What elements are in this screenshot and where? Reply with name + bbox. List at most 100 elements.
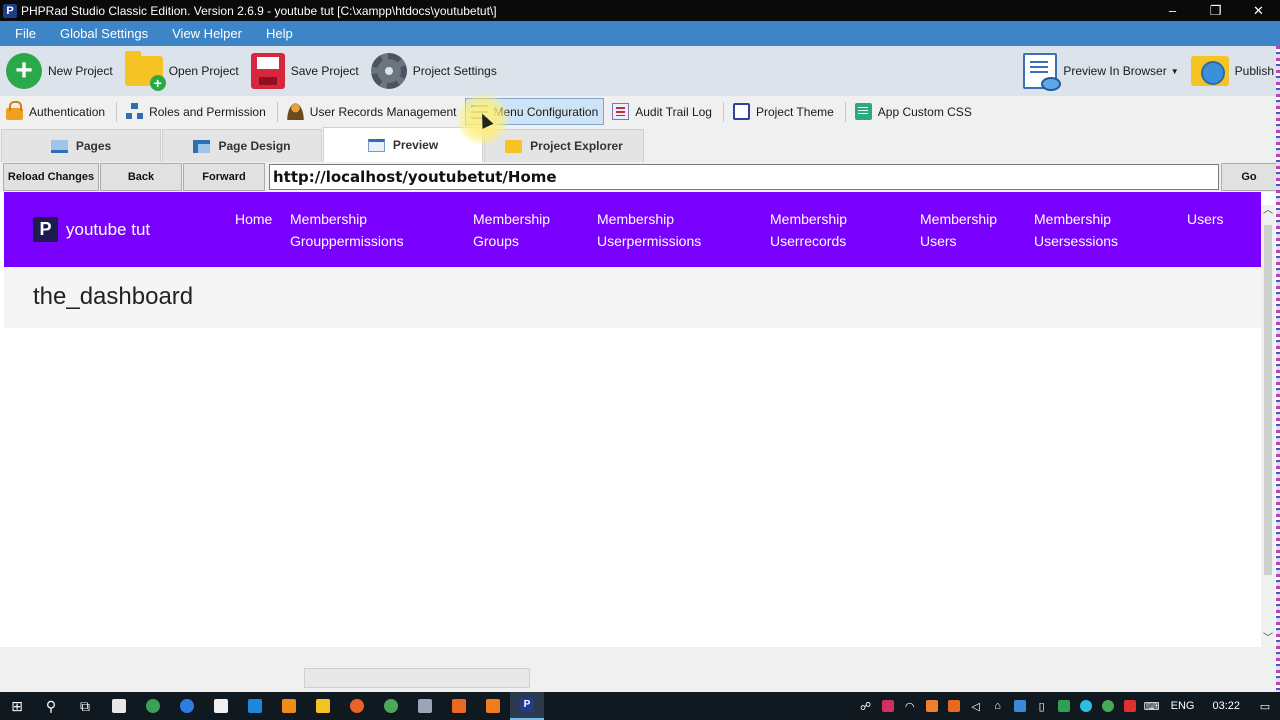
window-title: PHPRad Studio Classic Edition. Version 2… bbox=[21, 3, 497, 18]
window-frame-icon bbox=[732, 103, 750, 120]
notepad-icon[interactable] bbox=[102, 692, 136, 720]
window-title-bar: P PHPRad Studio Classic Edition. Version… bbox=[0, 0, 1280, 21]
new-project-button[interactable]: + New Project bbox=[0, 46, 119, 96]
language-indicator[interactable]: ENG bbox=[1163, 700, 1203, 712]
nav-link-home[interactable]: Home bbox=[235, 208, 272, 230]
hierarchy-icon bbox=[126, 103, 144, 120]
publish-label: Publish bbox=[1234, 64, 1274, 78]
nav-link-line: Groups bbox=[473, 233, 519, 249]
tray-chrome-icon[interactable] bbox=[1097, 692, 1119, 720]
site-brand[interactable]: P youtube tut bbox=[33, 217, 150, 242]
keyboard-icon[interactable]: ⌨ bbox=[1141, 692, 1163, 720]
tray-red-icon[interactable] bbox=[1119, 692, 1141, 720]
speaker-icon[interactable]: ◁ bbox=[965, 692, 987, 720]
task-view-icon[interactable]: ⧉ bbox=[68, 692, 102, 720]
tab-page-design-label: Page Design bbox=[218, 139, 291, 153]
app-orange-icon[interactable] bbox=[442, 692, 476, 720]
go-button[interactable]: Go bbox=[1221, 163, 1277, 191]
project-settings-button[interactable]: Project Settings bbox=[365, 46, 503, 96]
main-toolbar: + New Project + Open Project Save Projec… bbox=[0, 46, 1280, 96]
forward-button[interactable]: Forward bbox=[183, 163, 265, 191]
tray-orange-icon[interactable] bbox=[943, 692, 965, 720]
url-input[interactable] bbox=[269, 164, 1219, 190]
tray-app-icon[interactable] bbox=[877, 692, 899, 720]
preview-viewport: P youtube tut Home Membership Grouppermi… bbox=[4, 192, 1261, 647]
menu-help[interactable]: Help bbox=[257, 26, 302, 41]
wifi-icon[interactable]: ◠ bbox=[899, 692, 921, 720]
scroll-thumb[interactable] bbox=[1264, 225, 1272, 575]
nav-link-membership-userrecords[interactable]: Membership Userrecords bbox=[770, 208, 847, 252]
preview-in-browser-button[interactable]: Preview In Browser ▼ bbox=[1017, 46, 1184, 96]
preview-in-browser-label: Preview In Browser bbox=[1063, 64, 1167, 78]
tab-preview[interactable]: Preview bbox=[323, 127, 483, 162]
scroll-up-icon[interactable]: ︿ bbox=[1262, 205, 1274, 217]
firefox-icon[interactable] bbox=[340, 692, 374, 720]
chrome-icon[interactable] bbox=[374, 692, 408, 720]
menu-configuration-button[interactable]: Menu Configuration bbox=[464, 98, 605, 125]
minimize-button[interactable]: – bbox=[1151, 0, 1194, 21]
close-button[interactable]: ✕ bbox=[1237, 0, 1280, 21]
scroll-down-icon[interactable]: ﹀ bbox=[1262, 633, 1274, 645]
usb-icon[interactable]: ▯ bbox=[1031, 692, 1053, 720]
audit-trail-log-button[interactable]: Audit Trail Log bbox=[606, 98, 718, 125]
tab-project-explorer-label: Project Explorer bbox=[530, 139, 623, 153]
editor-tabs: Pages Page Design Preview Project Explor… bbox=[0, 127, 1280, 162]
app-custom-css-button[interactable]: App Custom CSS bbox=[849, 98, 978, 125]
notifications-icon[interactable]: ▭ bbox=[1250, 692, 1280, 720]
nav-link-membership-groups[interactable]: Membership Groups bbox=[473, 208, 550, 252]
maximize-button[interactable]: ❐ bbox=[1194, 0, 1237, 21]
screen-edge-artifact bbox=[1276, 46, 1280, 692]
publish-button[interactable]: Publish bbox=[1185, 46, 1280, 96]
project-theme-button[interactable]: Project Theme bbox=[727, 98, 840, 125]
menu-global-settings[interactable]: Global Settings bbox=[51, 26, 157, 41]
nav-link-users[interactable]: Users bbox=[1187, 208, 1224, 230]
menu-configuration-label: Menu Configuration bbox=[493, 104, 599, 119]
reload-changes-button[interactable]: Reload Changes bbox=[3, 163, 99, 191]
phprad-studio-task-icon[interactable]: P bbox=[510, 692, 544, 720]
tab-page-design[interactable]: Page Design bbox=[162, 129, 322, 162]
nav-link-line: Membership bbox=[770, 211, 848, 227]
nav-link-membership-usersessions[interactable]: Membership Usersessions bbox=[1034, 208, 1118, 252]
store-icon[interactable] bbox=[204, 692, 238, 720]
nav-link-membership-grouppermissions[interactable]: Membership Grouppermissions bbox=[290, 208, 404, 252]
calculator-icon[interactable] bbox=[408, 692, 442, 720]
save-project-button[interactable]: Save Project bbox=[245, 46, 365, 96]
sublime-text-icon[interactable] bbox=[476, 692, 510, 720]
roles-and-permission-button[interactable]: Roles and Permission bbox=[120, 98, 272, 125]
nav-link-membership-users[interactable]: Membership Users bbox=[920, 208, 997, 252]
chevron-down-icon[interactable]: ▼ bbox=[1171, 67, 1179, 76]
open-project-button[interactable]: + Open Project bbox=[119, 46, 245, 96]
site-brand-name: youtube tut bbox=[66, 219, 151, 239]
file-explorer-icon[interactable] bbox=[306, 692, 340, 720]
globe-folder-icon bbox=[1190, 56, 1229, 86]
tray-xampp-icon[interactable] bbox=[921, 692, 943, 720]
tray-cyan-icon[interactable] bbox=[1075, 692, 1097, 720]
authentication-button[interactable]: Authentication bbox=[0, 98, 111, 125]
back-button[interactable]: Back bbox=[100, 163, 182, 191]
network-icon[interactable]: ⌂ bbox=[987, 692, 1009, 720]
clock[interactable]: 03:22 bbox=[1202, 700, 1250, 712]
folder-icon bbox=[505, 139, 523, 153]
vertical-scrollbar[interactable]: ︿ ﹀ bbox=[1261, 205, 1275, 650]
vscode-icon[interactable] bbox=[238, 692, 272, 720]
tab-project-explorer[interactable]: Project Explorer bbox=[484, 129, 644, 162]
toolbar-divider bbox=[844, 101, 846, 122]
tab-pages[interactable]: Pages bbox=[1, 129, 161, 162]
vlc-icon[interactable] bbox=[272, 692, 306, 720]
browser-window-icon bbox=[367, 138, 385, 152]
tray-green-icon[interactable] bbox=[1053, 692, 1075, 720]
search-icon[interactable]: ⚲ bbox=[34, 692, 68, 720]
horizontal-scrollbar[interactable] bbox=[304, 668, 530, 688]
tab-pages-label: Pages bbox=[75, 139, 112, 153]
user-records-management-button[interactable]: User Records Management bbox=[281, 98, 463, 125]
nav-link-membership-userpermissions[interactable]: Membership Userpermissions bbox=[597, 208, 701, 252]
people-icon[interactable]: ☍ bbox=[855, 692, 877, 720]
menu-bar: File Global Settings View Helper Help bbox=[0, 21, 1280, 46]
xampp-icon[interactable] bbox=[136, 692, 170, 720]
lock-icon bbox=[6, 100, 23, 120]
menu-view-helper[interactable]: View Helper bbox=[163, 26, 251, 41]
start-button[interactable]: ⊞ bbox=[0, 692, 34, 720]
tray-blue-icon[interactable] bbox=[1009, 692, 1031, 720]
menu-file[interactable]: File bbox=[6, 26, 45, 41]
edge-browser-icon[interactable] bbox=[170, 692, 204, 720]
